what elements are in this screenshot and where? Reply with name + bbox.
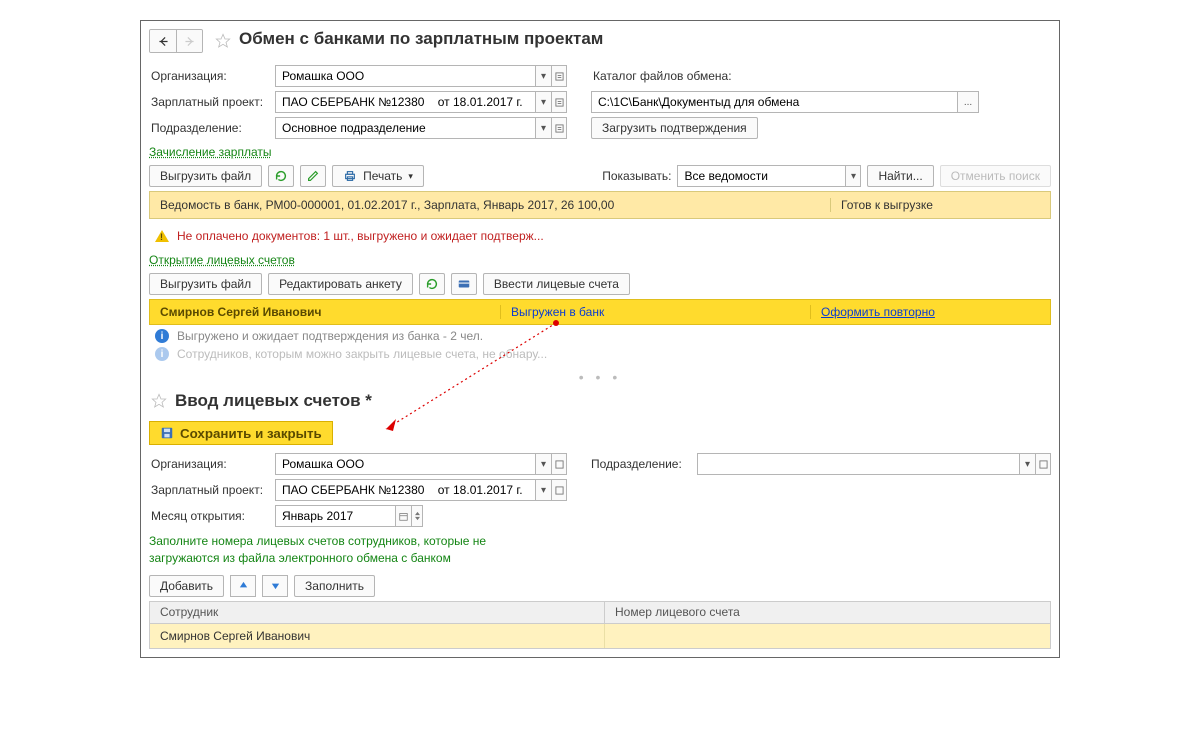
load-confirmations-button[interactable]: Загрузить подтверждения [591, 117, 758, 139]
nav-buttons [149, 29, 203, 53]
repeat-action-link[interactable]: Оформить повторно [810, 305, 1050, 319]
warning-icon [155, 230, 169, 242]
warning-text: Не оплачено документов: 1 шт., выгружено… [177, 229, 544, 243]
info-icon: i [155, 329, 169, 343]
cancel-find-button: Отменить поиск [940, 165, 1051, 187]
th-employee: Сотрудник [150, 602, 605, 623]
refresh-button[interactable] [268, 165, 294, 187]
org2-field[interactable]: ▾ [275, 453, 567, 475]
move-up-button[interactable] [230, 575, 256, 597]
folder-label: Каталог файлов обмена: [591, 69, 732, 83]
dept-field[interactable]: ▾ [275, 117, 567, 139]
accounts-table: Сотрудник Номер лицевого счета Смирнов С… [149, 601, 1051, 649]
forward-button[interactable] [176, 30, 202, 52]
info-text-2: Сотрудников, которым можно закрыть лицев… [177, 347, 547, 361]
dept2-label: Подразделение: [589, 457, 689, 471]
dropdown-icon[interactable]: ▾ [535, 117, 551, 139]
card-icon-button[interactable] [451, 273, 477, 295]
employee-row[interactable]: Смирнов Сергей Иванович Выгружен в банк … [149, 299, 1051, 325]
org-label: Организация: [149, 69, 267, 83]
statement-row[interactable]: Ведомость в банк, РМ00-000001, 01.02.201… [149, 191, 1051, 219]
back-button[interactable] [150, 30, 176, 52]
dropdown-icon[interactable]: ▾ [535, 91, 551, 113]
print-button[interactable]: Печать ▾ [332, 165, 424, 187]
edit-form-button[interactable]: Редактировать анкету [268, 273, 413, 295]
export-file-button-2[interactable]: Выгрузить файл [149, 273, 262, 295]
proj2-label: Зарплатный проект: [149, 483, 267, 497]
open-icon[interactable] [1035, 453, 1051, 475]
open-accounts-link[interactable]: Открытие лицевых счетов [149, 249, 295, 269]
pane2-title: Ввод лицевых счетов * [175, 391, 372, 411]
dropdown-icon[interactable]: ▾ [535, 479, 551, 501]
open-icon[interactable] [551, 91, 567, 113]
open-icon[interactable] [551, 117, 567, 139]
dept-label: Подразделение: [149, 121, 267, 135]
org2-label: Организация: [149, 457, 267, 471]
export-file-button[interactable]: Выгрузить файл [149, 165, 262, 187]
move-down-button[interactable] [262, 575, 288, 597]
hint-text: Заполните номера лицевых счетов сотрудни… [149, 529, 1051, 571]
edit-pencil-button[interactable] [300, 165, 326, 187]
dropdown-icon[interactable]: ▾ [1019, 453, 1035, 475]
resize-handle[interactable]: • • • [141, 373, 1059, 385]
enter-accounts-button[interactable]: Ввести лицевые счета [483, 273, 630, 295]
statement-text: Ведомость в банк, РМ00-000001, 01.02.201… [150, 198, 830, 212]
org-field[interactable]: ▾ [275, 65, 567, 87]
month-field[interactable] [275, 505, 423, 527]
statement-status: Готов к выгрузке [830, 198, 1050, 212]
employee-status: Выгружен в банк [500, 305, 810, 319]
employee-name: Смирнов Сергей Иванович [150, 305, 500, 319]
cell-employee: Смирнов Сергей Иванович [150, 624, 605, 648]
table-row[interactable]: Смирнов Сергей Иванович [150, 624, 1050, 648]
project-field[interactable]: ▾ [275, 91, 567, 113]
dropdown-icon[interactable]: ▾ [535, 65, 551, 87]
dept2-field[interactable]: ▾ [697, 453, 1051, 475]
fill-button[interactable]: Заполнить [294, 575, 375, 597]
add-button[interactable]: Добавить [149, 575, 224, 597]
open-icon[interactable] [551, 453, 567, 475]
refresh-button-2[interactable] [419, 273, 445, 295]
page-title: Обмен с банками по зарплатным проектам [239, 27, 603, 55]
th-account-number: Номер лицевого счета [605, 605, 1050, 619]
browse-button[interactable]: ... [957, 91, 979, 113]
open-icon[interactable] [551, 479, 567, 501]
folder-field[interactable]: ... [591, 91, 979, 113]
save-and-close-button[interactable]: Сохранить и закрыть [149, 421, 333, 445]
proj2-field[interactable]: ▾ [275, 479, 567, 501]
favorite-star-icon[interactable] [149, 391, 169, 411]
find-button[interactable]: Найти... [867, 165, 933, 187]
open-icon[interactable] [551, 65, 567, 87]
calendar-icon[interactable] [395, 505, 411, 527]
salary-deposit-link[interactable]: Зачисление зарплаты [149, 141, 272, 161]
info-icon: i [155, 347, 169, 361]
project-label: Зарплатный проект: [149, 95, 267, 109]
favorite-star-icon[interactable] [213, 31, 233, 51]
show-filter-field[interactable]: ▾ [677, 165, 861, 187]
dropdown-icon[interactable]: ▾ [535, 453, 551, 475]
dropdown-icon[interactable]: ▾ [845, 165, 861, 187]
month-stepper[interactable] [411, 505, 423, 527]
month-label: Месяц открытия: [149, 509, 267, 523]
info-text-1: Выгружено и ожидает подтверждения из бан… [177, 329, 483, 343]
show-label: Показывать: [602, 169, 671, 183]
